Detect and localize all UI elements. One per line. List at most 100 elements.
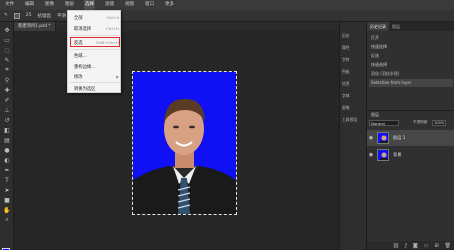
eye-icon[interactable]: ◉ [367,135,375,141]
layer-name: 背景 [393,152,402,157]
inverse-highlight-box [70,37,120,47]
crop-tool-icon[interactable]: ⌗ [3,66,11,74]
menu-bar: 文件 编辑 图像 图层 选择 滤镜 视图 窗口 更多 [0,0,454,10]
panel-info[interactable]: 信息 [342,78,366,89]
menu-separator [70,49,120,50]
menu-item-all-shortcut: Ctrl+A [106,15,119,20]
layer-thumbnail [377,149,389,161]
menu-item-deselect-label: 取消选择 [74,26,92,32]
zoom-tool-icon[interactable]: ⌕ [3,216,11,224]
collapsed-panels: 历史 属性 字符 色板 信息 字体 画笔 工具预设 [339,22,366,250]
brush-preset-swatch[interactable] [13,12,20,19]
menu-item-deselect[interactable]: 取消选择 Ctrl+D [68,24,122,33]
history-row[interactable]: 打开 [369,34,453,42]
brush-tool-icon[interactable]: ✐ [3,96,11,104]
menu-item-convert-to-selection[interactable]: 转换为选区 [68,84,122,93]
menu-item-deselect-shortcut: Ctrl+D [106,26,119,31]
select-menu-dropdown: 全部 Ctrl+A 取消选择 Ctrl+D 反选 Shift+Ctrl+I 色域… [67,10,121,93]
menu-item-modify-label: 修改 [74,74,83,80]
menu-separator [70,82,120,83]
eraser-tool-icon[interactable]: ◧ [3,126,11,134]
menu-file[interactable]: 文件 [4,0,15,10]
history-row[interactable]: 羽化 (羽化半径) [369,70,453,78]
menu-item-refine-edge[interactable]: 重构边缘... [68,62,122,71]
menu-image[interactable]: 图像 [44,0,55,10]
brush-size-value[interactable]: 25 [26,13,32,18]
menu-item-color-range-label: 色域... [74,53,87,59]
history-row[interactable]: 快速选择 [369,61,453,69]
menu-item-refine-edge-label: 重构边缘... [74,64,96,70]
history-row[interactable]: 反选 [369,52,453,60]
panel-tool-presets[interactable]: 工具预设 [342,114,366,125]
layer-thumbnail-art [378,133,388,143]
eyedropper-tool-icon[interactable]: ⚲ [3,76,11,84]
menu-view[interactable]: 视图 [124,0,135,10]
menu-item-all[interactable]: 全部 Ctrl+A [68,13,122,22]
marquee-tool-icon[interactable]: ▭ [3,36,11,44]
menu-select[interactable]: 选择 [84,0,95,10]
new-group-icon[interactable]: ▭ [424,243,429,249]
shape-tool-icon[interactable]: ■ [3,196,11,204]
layer-thumbnail [377,132,389,144]
menu-more[interactable]: 更多 [164,0,175,10]
editor-window: 文件 编辑 图像 图层 选择 滤镜 视图 窗口 更多 ✎ 25 抗锯齿 平滑 ✥… [0,0,454,250]
add-mask-icon[interactable]: ◙ [413,243,418,249]
dodge-tool-icon[interactable]: ◐ [3,156,11,164]
panel-history[interactable]: 历史 [342,30,366,41]
opacity-input[interactable]: 100% [432,120,446,126]
menu-edit[interactable]: 编辑 [24,0,35,10]
menu-filter[interactable]: 滤镜 [104,0,115,10]
antialias-option[interactable]: 抗锯齿 [38,13,52,19]
lasso-tool-icon[interactable]: ◌ [3,46,11,54]
menu-item-modify[interactable]: 修改 ▶ [68,72,122,81]
layer-thumbnail-art [378,150,388,160]
submenu-arrow-icon: ▶ [116,74,119,79]
tab-layers[interactable]: 图层 [389,22,403,31]
pen-tool-icon[interactable]: ✒ [3,166,11,174]
clone-stamp-tool-icon[interactable]: ⊥ [3,106,11,114]
history-row[interactable]: 快速选择 [369,43,453,51]
quick-select-tool-icon[interactable]: ✎ [3,56,11,64]
opacity-label: 不透明度 [413,120,428,124]
document-tab[interactable]: 新建项目1.psd * [14,22,56,31]
quick-select-icon[interactable]: ✎ [4,13,8,18]
history-row-current[interactable]: Selection from layer [369,79,453,87]
eye-icon[interactable]: ◉ [367,152,375,158]
layer-row[interactable]: ◉ 图层 1 [367,130,454,146]
type-tool-icon[interactable]: T [3,176,11,184]
right-panel: 历史记录 图层 打开 快速选择 反选 快速选择 羽化 (羽化半径) Select… [366,22,454,250]
history-brush-tool-icon[interactable]: ↺ [3,116,11,124]
path-select-tool-icon[interactable]: ➤ [3,186,11,194]
layer-row[interactable]: ◉ 背景 [367,147,454,163]
menu-separator [70,35,120,36]
menu-item-convert-label: 转换为选区 [74,86,96,92]
menu-item-color-range[interactable]: 色域... [68,51,122,60]
menu-item-all-label: 全部 [74,15,83,21]
layers-panel-footer: ⛓ ƒ ◙ ▭ ⊞ 🗑 [367,241,454,250]
document-tabs: 新建项目1.psd * [14,22,339,31]
blur-tool-icon[interactable]: ● [3,146,11,154]
panel-character[interactable]: 字符 [342,54,366,65]
smooth-option[interactable]: 平滑 [57,13,66,19]
marching-ants-selection [132,71,237,215]
layer-style-icon[interactable]: ƒ [405,243,407,249]
move-tool-icon[interactable]: ✥ [3,26,11,34]
new-layer-icon[interactable]: ⊞ [434,243,438,249]
layers-panel-header: 图层 [371,112,379,117]
panel-brushes[interactable]: 画笔 [342,102,366,113]
trash-icon[interactable]: 🗑 [445,243,451,249]
gradient-tool-icon[interactable]: ▤ [3,136,11,144]
tab-history[interactable]: 历史记录 [367,22,389,31]
hand-tool-icon[interactable]: ✋ [3,206,11,214]
link-layers-icon[interactable]: ⛓ [393,243,399,249]
blend-mode-select[interactable]: Normal [369,120,399,126]
right-panel-tabs: 历史记录 图层 [367,22,454,31]
healing-tool-icon[interactable]: ✚ [3,86,11,94]
menu-layer[interactable]: 图层 [64,0,75,10]
tools-panel: ✥ ▭ ◌ ✎ ⌗ ⚲ ✚ ✐ ⊥ ↺ ◧ ▤ ● ◐ ✒ T ➤ ■ ✋ ⌕ [0,22,14,250]
layer-name: 图层 1 [393,135,406,140]
panel-fonts[interactable]: 字体 [342,90,366,101]
menu-window[interactable]: 窗口 [144,0,155,10]
panel-properties[interactable]: 属性 [342,42,366,53]
panel-swatches[interactable]: 色板 [342,66,366,77]
